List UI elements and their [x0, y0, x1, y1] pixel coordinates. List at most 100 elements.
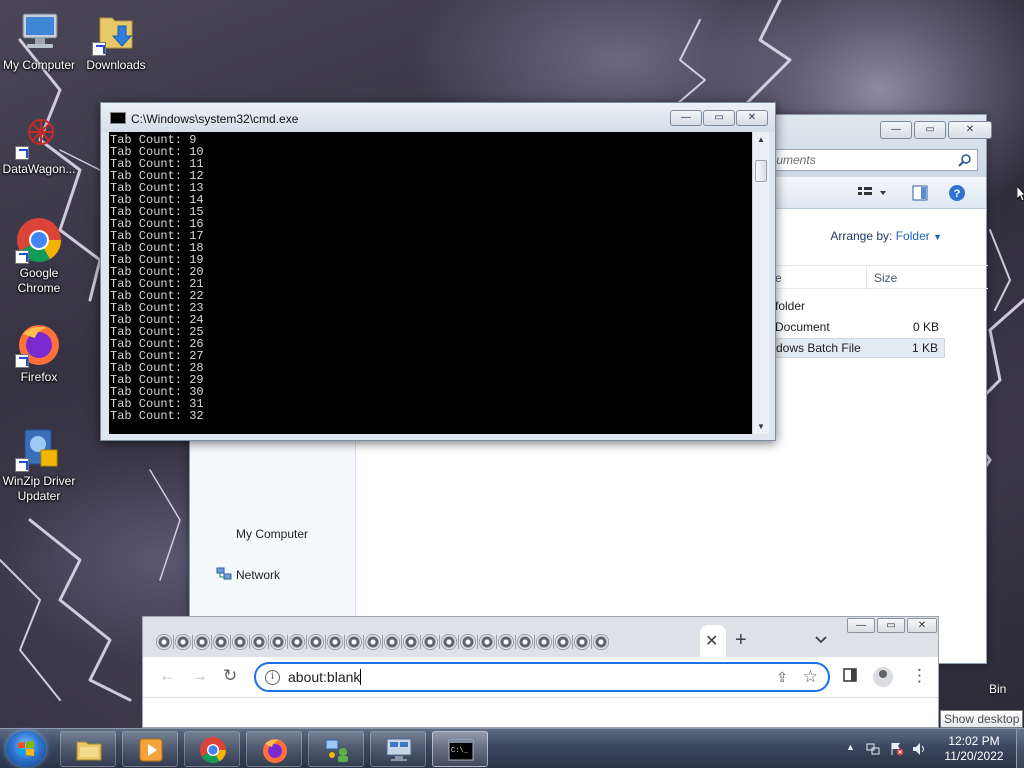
help-icon[interactable]: ? [948, 184, 966, 202]
cmd-title-bar[interactable]: C:\Windows\system32\cmd.exe — ▭ ✕ [101, 103, 775, 132]
console-line: Tab Count: 15 [110, 205, 204, 219]
show-desktop-button[interactable] [1016, 729, 1024, 768]
tab-favicon-icon[interactable] [270, 634, 286, 650]
new-tab-button[interactable]: + [735, 629, 747, 652]
taskbar-explorer[interactable] [60, 731, 116, 767]
tab-favicon-icon[interactable] [213, 634, 229, 650]
scroll-up-arrow-icon[interactable]: ▲ [757, 135, 765, 144]
desktop-icon-label: Firefox [20, 370, 58, 384]
show-hidden-icons-arrow-icon[interactable]: ▲ [846, 742, 860, 756]
tab-close-button[interactable]: ✕ [705, 631, 718, 651]
share-icon[interactable]: ⇪ [776, 669, 788, 686]
site-info-icon[interactable]: i [265, 670, 280, 685]
tab-favicon-icon[interactable] [194, 634, 210, 650]
tab-favicon-icon[interactable] [365, 634, 381, 650]
tab-favicon-icon[interactable] [498, 634, 514, 650]
tab-favicon-icon[interactable] [536, 634, 552, 650]
tab-favicon-icon[interactable] [517, 634, 533, 650]
tab-favicon-icon[interactable] [327, 634, 343, 650]
nav-item-network[interactable]: Network [216, 567, 280, 582]
explorer-maximize-button[interactable]: ▭ [914, 121, 946, 139]
cmd-close-button[interactable]: ✕ [736, 110, 768, 126]
forward-button[interactable]: → [191, 666, 208, 686]
arrange-by-value[interactable]: Folder [896, 229, 930, 243]
desktop-icon-datawagon[interactable]: DataWagon... [1, 112, 77, 177]
desktop-icon-google-chrome[interactable]: Google Chrome [1, 216, 77, 296]
profile-avatar-icon[interactable] [873, 667, 893, 687]
tab-favicon-icon[interactable] [555, 634, 571, 650]
explorer-minimize-button[interactable]: — [880, 121, 912, 139]
cmd-window[interactable]: C:\Windows\system32\cmd.exe — ▭ ✕ Tab Co… [100, 102, 776, 441]
bookmark-star-icon[interactable]: ☆ [803, 667, 818, 687]
cmd-vertical-scrollbar[interactable]: ▲ ▼ [752, 132, 769, 434]
action-center-icon[interactable] [890, 742, 904, 756]
recycle-bin-label[interactable]: Bin [989, 682, 1006, 696]
taskbar-chrome[interactable] [184, 731, 240, 767]
console-line: Tab Count: 31 [110, 397, 204, 411]
tab-favicon-icon[interactable] [156, 634, 172, 650]
network-users-icon [325, 739, 348, 762]
nav-item-my-computer[interactable]: My Computer [236, 527, 308, 541]
side-panel-icon[interactable] [843, 667, 857, 687]
tab-favicon-icon[interactable] [403, 634, 419, 650]
preview-pane-icon[interactable] [912, 185, 928, 201]
cmd-maximize-button[interactable]: ▭ [703, 110, 735, 126]
start-button[interactable] [6, 731, 46, 767]
file-name: folder [775, 299, 806, 313]
tab-favicon-icon[interactable] [479, 634, 495, 650]
chrome-tab-strip[interactable]: ✕ + [143, 617, 938, 657]
chrome-minimize-button[interactable]: — [847, 618, 875, 633]
tab-favicon-icon[interactable] [574, 634, 590, 650]
tab-favicon-icon[interactable] [175, 634, 191, 650]
system-clock[interactable]: 12:02 PM 11/20/2022 [936, 734, 1012, 764]
tab-favicon-icon[interactable] [308, 634, 324, 650]
tab-favicon-icon[interactable] [422, 634, 438, 650]
chrome-window[interactable]: ✕ + — ▭ ✕ ← → ↻ i about:blank ⇪ ☆ ⋮ [142, 616, 939, 728]
tab-favicon-icon[interactable] [593, 634, 609, 650]
network-status-icon[interactable] [866, 742, 880, 756]
explorer-close-button[interactable]: ✕ [948, 121, 992, 139]
scroll-down-arrow-icon[interactable]: ▼ [757, 422, 765, 431]
tab-favicon-icon[interactable] [384, 634, 400, 650]
back-button[interactable]: ← [159, 666, 176, 686]
taskbar-cmd[interactable]: C:\_ [432, 731, 488, 767]
tab-favicon-icon[interactable] [251, 634, 267, 650]
desktop-icon-winzip-driver-updater[interactable]: WinZip Driver Updater [1, 424, 77, 504]
search-icon[interactable] [958, 153, 972, 167]
tab-favicon-icon[interactable] [346, 634, 362, 650]
cmd-minimize-button[interactable]: — [670, 110, 702, 126]
file-row-selected[interactable]: dows Batch File 1 KB [775, 338, 945, 358]
taskbar-media-player[interactable] [122, 731, 178, 767]
tab-favicon-icon[interactable] [441, 634, 457, 650]
tab-separator [268, 635, 269, 649]
arrange-by[interactable]: Arrange by: Folder ▼ [830, 229, 942, 243]
column-header-size[interactable]: Size [874, 271, 897, 285]
explorer-search-input[interactable]: Documents [748, 149, 978, 171]
view-options-icon[interactable] [858, 186, 888, 200]
more-menu-icon[interactable]: ⋮ [911, 666, 928, 686]
tab-favicon-icon[interactable] [460, 634, 476, 650]
column-header-name[interactable]: e [775, 271, 782, 285]
chrome-maximize-button[interactable]: ▭ [877, 618, 905, 633]
desktop-icon-firefox[interactable]: Firefox [1, 320, 77, 385]
desktop-icon-label: DataWagon... [2, 162, 76, 176]
tab-separator [230, 635, 231, 649]
page-content[interactable] [143, 697, 938, 727]
taskbar-network-app[interactable] [308, 731, 364, 767]
column-separator[interactable] [866, 265, 867, 289]
desktop-icon-my-computer[interactable]: My Computer [1, 8, 77, 73]
tab-favicon-icon[interactable] [289, 634, 305, 650]
file-row[interactable]: folder [775, 297, 945, 317]
scrollbar-thumb[interactable] [755, 160, 767, 182]
taskbar-remote-app[interactable] [370, 731, 426, 767]
volume-icon[interactable] [912, 742, 926, 756]
address-bar[interactable]: i about:blank ⇪ ☆ [254, 662, 830, 692]
tab-favicon-icon[interactable] [232, 634, 248, 650]
console-output[interactable]: Tab Count: 9 Tab Count: 10 Tab Count: 11 Ta… [109, 132, 752, 434]
chrome-close-button[interactable]: ✕ [907, 618, 937, 633]
file-row[interactable]: Document 0 KB [775, 318, 945, 338]
tab-search-button[interactable] [815, 631, 827, 647]
desktop-icon-downloads[interactable]: Downloads [78, 8, 154, 73]
reload-button[interactable]: ↻ [223, 666, 237, 686]
taskbar-firefox[interactable] [246, 731, 302, 767]
